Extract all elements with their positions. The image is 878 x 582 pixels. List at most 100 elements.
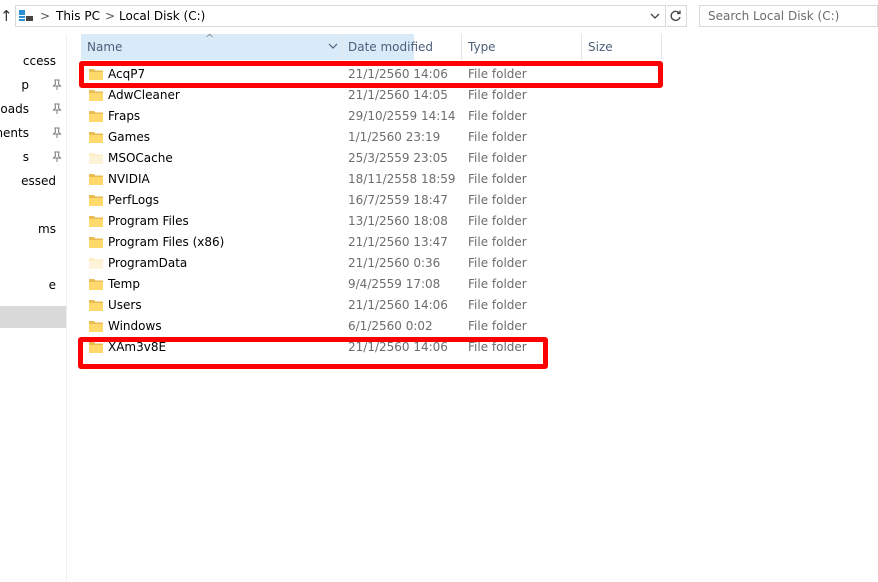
hidden-folder-icon bbox=[89, 153, 103, 164]
file-row[interactable]: NVIDIA 18/11/2558 18:59 File folder bbox=[70, 169, 770, 190]
this-pc-icon bbox=[19, 10, 33, 21]
column-divider[interactable] bbox=[661, 34, 662, 60]
sidebar-item[interactable]: p bbox=[0, 74, 66, 96]
file-date-modified: 21/1/2560 14:06 bbox=[348, 298, 448, 312]
refresh-button[interactable] bbox=[667, 5, 687, 27]
address-row: ↑ > This PC > Local Disk (C:) Search Loc… bbox=[0, 0, 878, 34]
sidebar-item[interactable] bbox=[0, 194, 66, 216]
file-type: File folder bbox=[468, 235, 527, 249]
column-header-type[interactable]: Type bbox=[462, 34, 581, 60]
file-date-modified: 21/1/2560 13:47 bbox=[348, 235, 448, 249]
file-row[interactable]: Users 21/1/2560 14:06 File folder bbox=[70, 295, 770, 316]
sidebar-item[interactable] bbox=[0, 242, 66, 264]
file-row[interactable]: Program Files 13/1/2560 18:08 File folder bbox=[70, 211, 770, 232]
folder-icon bbox=[89, 195, 103, 206]
file-row[interactable]: Temp 9/4/2559 17:08 File folder bbox=[70, 274, 770, 295]
file-type: File folder bbox=[468, 151, 527, 165]
file-date-modified: 21/1/2560 14:05 bbox=[348, 88, 448, 102]
file-name: Fraps bbox=[108, 109, 141, 123]
column-header-row: Name ^ Date modified Type Size bbox=[70, 32, 662, 60]
folder-icon bbox=[89, 216, 103, 227]
breadcrumb-separator[interactable]: > bbox=[40, 8, 50, 24]
sidebar-item[interactable]: ments bbox=[0, 122, 66, 144]
file-row[interactable]: Program Files (x86) 21/1/2560 13:47 File f… bbox=[70, 232, 770, 253]
folder-icon bbox=[89, 300, 103, 311]
sidebar-item[interactable]: ms bbox=[0, 218, 66, 240]
sidebar-item[interactable]: ccess bbox=[0, 50, 66, 72]
chevron-down-icon[interactable] bbox=[649, 8, 661, 24]
chevron-down-icon[interactable] bbox=[328, 41, 338, 51]
file-type: File folder bbox=[468, 130, 527, 144]
sort-ascending-icon: ^ bbox=[205, 32, 215, 45]
file-date-modified: 21/1/2560 0:36 bbox=[348, 256, 441, 270]
sidebar-item-label: ments bbox=[0, 126, 29, 140]
file-type: File folder bbox=[468, 88, 527, 102]
file-row[interactable]: Windows 6/1/2560 0:02 File folder bbox=[70, 316, 770, 337]
folder-icon bbox=[89, 237, 103, 248]
file-name: PerfLogs bbox=[108, 193, 160, 207]
sidebar-item-label: e bbox=[48, 278, 56, 292]
folder-icon bbox=[89, 111, 103, 122]
pin-icon[interactable] bbox=[52, 127, 62, 139]
file-row[interactable]: ProgramData 21/1/2560 0:36 File folder bbox=[70, 253, 770, 274]
sidebar-item[interactable]: oads bbox=[0, 98, 66, 120]
sidebar-item-label: s bbox=[22, 150, 29, 164]
file-name: Program Files (x86) bbox=[108, 235, 225, 249]
sidebar-item[interactable]: e bbox=[0, 274, 66, 296]
sidebar-item-label: ccess bbox=[22, 54, 56, 68]
file-date-modified: 29/10/2559 14:14 bbox=[348, 109, 456, 123]
file-type: File folder bbox=[468, 277, 527, 291]
file-type: File folder bbox=[468, 319, 527, 333]
file-name: Windows bbox=[108, 319, 162, 333]
up-arrow-icon[interactable]: ↑ bbox=[0, 7, 13, 25]
sidebar-item-label: oads bbox=[0, 102, 29, 116]
file-date-modified: 13/1/2560 18:08 bbox=[348, 214, 448, 228]
file-row[interactable]: Fraps 29/10/2559 14:14 File folder bbox=[70, 106, 770, 127]
file-date-modified: 18/11/2558 18:59 bbox=[348, 172, 456, 186]
search-input[interactable]: Search Local Disk (C:) bbox=[699, 5, 878, 27]
file-name: Temp bbox=[108, 277, 140, 291]
file-name: ProgramData bbox=[108, 256, 188, 270]
sidebar-item-label: essed bbox=[21, 174, 56, 188]
sidebar-item[interactable] bbox=[0, 306, 66, 328]
file-date-modified: 25/3/2559 23:05 bbox=[348, 151, 448, 165]
file-name: Program Files bbox=[108, 214, 189, 228]
file-name: NVIDIA bbox=[108, 172, 150, 186]
file-date-modified: 1/1/2560 23:19 bbox=[348, 130, 441, 144]
breadcrumb-this-pc[interactable]: This PC bbox=[56, 8, 100, 24]
sidebar-item[interactable]: essed bbox=[0, 170, 66, 192]
address-bar[interactable]: > This PC > Local Disk (C:) bbox=[15, 5, 666, 27]
file-row[interactable]: PerfLogs 16/7/2559 18:47 File folder bbox=[70, 190, 770, 211]
sidebar-item-label: ms bbox=[38, 222, 56, 236]
folder-icon bbox=[89, 132, 103, 143]
pin-icon[interactable] bbox=[52, 151, 62, 163]
file-type: File folder bbox=[468, 214, 527, 228]
file-name: Games bbox=[108, 130, 150, 144]
file-date-modified: 16/7/2559 18:47 bbox=[348, 193, 448, 207]
column-header-name-label: Name bbox=[87, 40, 123, 54]
folder-icon bbox=[89, 279, 103, 290]
file-type: File folder bbox=[468, 109, 527, 123]
sidebar-item-label: p bbox=[21, 78, 29, 92]
column-header-date[interactable]: Date modified bbox=[342, 34, 461, 60]
highlight-box-acqp7 bbox=[79, 61, 663, 88]
navigation-pane: ccess p oads ments s essed ms e bbox=[0, 34, 67, 582]
pin-icon[interactable] bbox=[52, 103, 62, 115]
file-name: MSOCache bbox=[108, 151, 173, 165]
hidden-folder-icon bbox=[89, 258, 103, 269]
file-date-modified: 6/1/2560 0:02 bbox=[348, 319, 433, 333]
file-name: AdwCleaner bbox=[108, 88, 180, 102]
column-header-size[interactable]: Size bbox=[582, 34, 662, 60]
file-row[interactable]: MSOCache 25/3/2559 23:05 File folder bbox=[70, 148, 770, 169]
refresh-icon bbox=[670, 10, 681, 21]
breadcrumb-separator[interactable]: > bbox=[105, 8, 115, 24]
sidebar-item[interactable]: s bbox=[0, 146, 66, 168]
file-row[interactable]: AdwCleaner 21/1/2560 14:05 File folder bbox=[70, 85, 770, 106]
folder-icon bbox=[89, 90, 103, 101]
file-row[interactable]: Games 1/1/2560 23:19 File folder bbox=[70, 127, 770, 148]
file-type: File folder bbox=[468, 298, 527, 312]
file-date-modified: 9/4/2559 17:08 bbox=[348, 277, 441, 291]
breadcrumb-local-disk[interactable]: Local Disk (C:) bbox=[119, 8, 205, 24]
pin-icon[interactable] bbox=[52, 79, 62, 91]
file-type: File folder bbox=[468, 172, 527, 186]
